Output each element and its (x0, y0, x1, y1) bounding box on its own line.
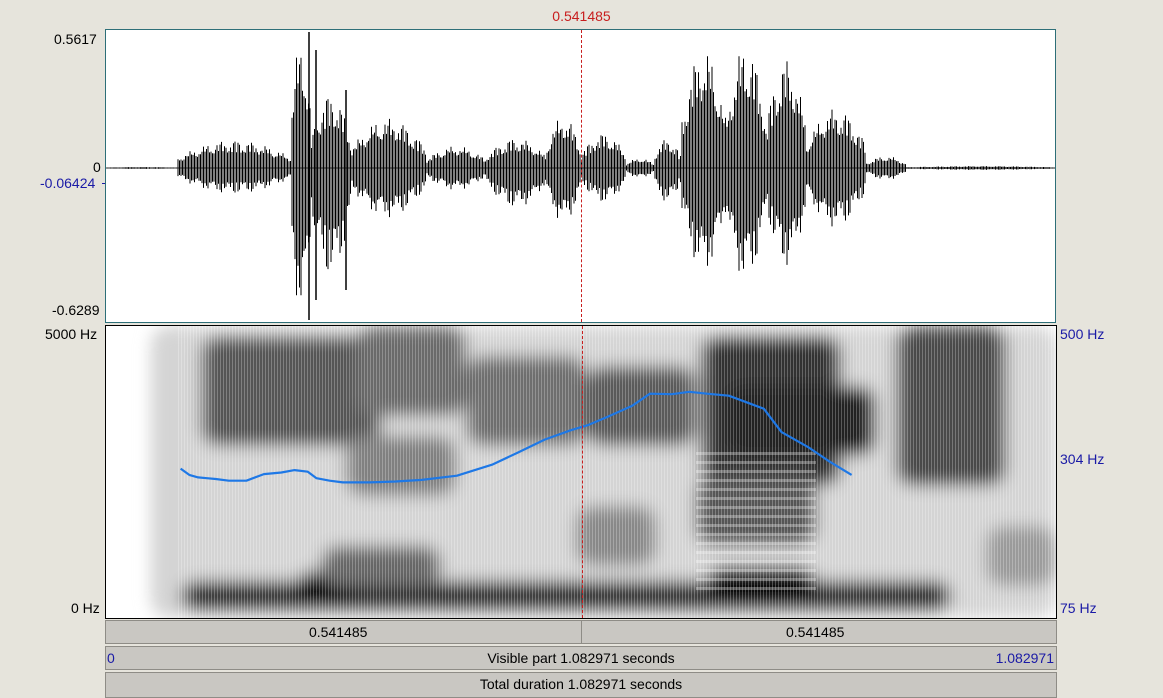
spectrogram-freq-bottom-label: 0 Hz (71, 600, 100, 616)
visible-part-bar[interactable]: 0 Visible part 1.082971 seconds 1.082971 (105, 646, 1057, 670)
cursor-time-label: 0.541485 (552, 8, 611, 24)
total-duration-label: Total duration 1.082971 seconds (479, 676, 683, 692)
spectrogram-freq-top-label: 5000 Hz (45, 326, 98, 342)
pitch-mid-label: 304 Hz (1060, 451, 1105, 467)
left-selection-segment[interactable]: 0.541485 (106, 621, 581, 643)
pitch-bottom-label: 75 Hz (1060, 600, 1097, 616)
waveform-cursor-value-label: -0.06424 (40, 175, 96, 191)
waveform-trace (106, 56, 1055, 296)
spectrogram-panel[interactable] (105, 325, 1057, 619)
selection-bar: 0.541485 0.541485 (105, 620, 1057, 644)
spectrogram-plot (151, 326, 1056, 618)
right-selection-segment[interactable]: 0.541485 (582, 621, 1056, 643)
waveform-panel[interactable] (105, 29, 1056, 323)
waveform-ymin-label: -0.6289 (52, 302, 100, 318)
left-selection-label: 0.541485 (309, 624, 368, 640)
right-selection-label: 0.541485 (786, 624, 845, 640)
waveform-cursor-line (581, 30, 582, 322)
waveform-zero-label: 0 (93, 159, 101, 175)
spectrogram-cursor-line (582, 326, 583, 618)
total-duration-bar[interactable]: Total duration 1.082971 seconds (105, 672, 1057, 698)
visible-end-label: 1.082971 (995, 650, 1054, 666)
waveform-ymax-label: 0.5617 (54, 31, 97, 47)
visible-part-label: Visible part 1.082971 seconds (487, 650, 675, 666)
pitch-top-label: 500 Hz (1060, 326, 1105, 342)
